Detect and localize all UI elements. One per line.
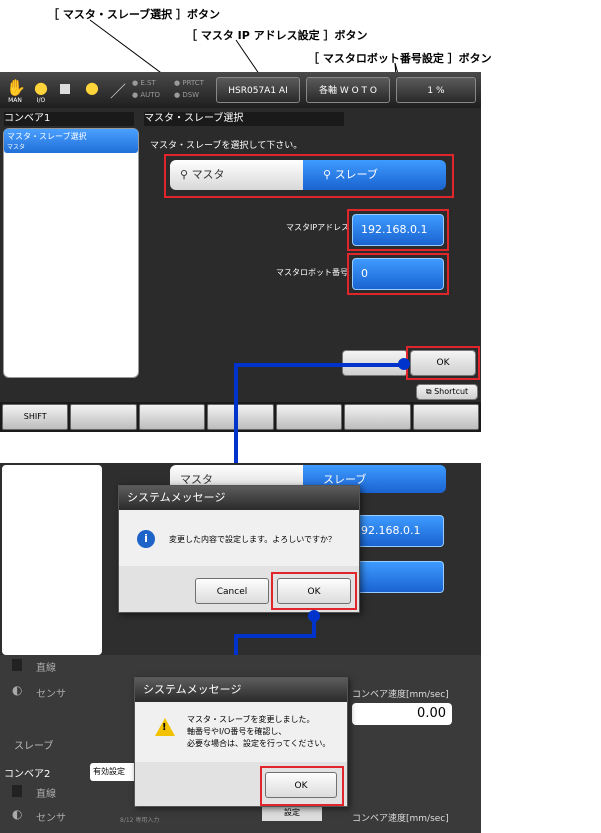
shortcut-icon: ⧉ xyxy=(425,387,435,396)
function-key[interactable] xyxy=(412,404,479,430)
dialog-title: システムメッセージ xyxy=(119,486,359,510)
speed-value-field[interactable]: 0.00 xyxy=(352,703,452,725)
highlight-ok xyxy=(271,572,357,610)
robot-bg xyxy=(352,561,444,593)
io-lamp-icon[interactable]: ● I/O xyxy=(32,78,50,104)
sensor-icon: ◐ xyxy=(12,807,23,821)
function-key[interactable] xyxy=(275,404,343,430)
function-key[interactable] xyxy=(138,404,206,430)
left-panel-title: コンベア1 xyxy=(4,112,134,126)
bg-line-label: 直線 xyxy=(36,663,56,674)
robot-model-button[interactable]: HSR057A1 AI xyxy=(216,77,300,103)
menu-list: マスタ・スレーブ選択 マスタ xyxy=(3,128,139,378)
dialog-message-line: 必要な場合は、設定を行ってください。 xyxy=(187,739,331,748)
highlight-master-ip xyxy=(347,209,449,251)
ip-bg: 92.168.0.1 xyxy=(352,515,444,547)
function-key[interactable] xyxy=(344,404,411,430)
function-key[interactable] xyxy=(207,404,274,430)
line-icon xyxy=(12,785,22,797)
instruction-text: マスタ・スレーブを選択して下さい。 xyxy=(150,141,303,151)
auto-lamp: ● AUTO xyxy=(132,91,161,99)
bg-slave-label: スレーブ xyxy=(14,741,54,752)
dialog-message-line: 軸番号やI/O番号を確認し、 xyxy=(187,727,287,736)
estop-lamp: ● E.ST xyxy=(132,79,156,87)
highlight-ok xyxy=(260,766,344,806)
shortcut-button[interactable]: ⧉ Shortcut xyxy=(416,384,478,400)
highlight-master-robot xyxy=(347,253,449,295)
protect-lamp: ● PRTCT xyxy=(174,79,204,87)
highlight-master-slave xyxy=(164,154,454,198)
sensor-icon: ◐ xyxy=(12,683,23,697)
dialog-title: システムメッセージ xyxy=(135,678,347,702)
bg-setting-button: 設定 xyxy=(262,805,322,821)
dsw-lamp: ● DSW xyxy=(174,91,200,99)
confirm-dialog: システムメッセージ i 変更した内容で設定します。よろしいですか？ Cancel… xyxy=(118,485,360,613)
master-robot-label: マスタロボット番号 xyxy=(276,268,348,277)
hand-icon[interactable]: ✋ MAN xyxy=(6,78,26,104)
teach-pendant-screen: ✋ MAN ● I/O ● ／ ● E.ST ● AUTO ● PRTCT ● DS… xyxy=(0,72,481,432)
cancel-button[interactable]: Cancel xyxy=(195,578,269,604)
function-key-bar: SHIFT xyxy=(0,402,481,432)
bg-small-label: 8/12 専用入力 xyxy=(120,817,160,824)
master-ip-label: マスタIPアドレス xyxy=(286,223,350,232)
left-list-bg xyxy=(2,465,102,655)
bg-sensor-label: センサ xyxy=(36,689,66,700)
dialog-message: 変更した内容で設定します。よろしいですか？ xyxy=(169,535,336,544)
line-icon xyxy=(12,659,22,671)
axis-mode-button[interactable]: 各軸 W O T O xyxy=(306,77,390,103)
dialog-message-line: マスタ・スレーブを変更しました。 xyxy=(187,715,315,724)
bg-speed-label: コンベア速度[mm/sec] xyxy=(352,690,449,700)
list-item-master-slave[interactable]: マスタ・スレーブ選択 マスタ xyxy=(4,129,138,153)
warning-mark: ! xyxy=(162,722,167,733)
bg-sensor2-label: センサ xyxy=(36,813,66,824)
bg-line2-label: 直線 xyxy=(36,789,56,800)
speed-display[interactable]: 1 % xyxy=(396,77,476,103)
info-icon: i xyxy=(137,530,155,548)
stop-icon[interactable] xyxy=(60,84,70,94)
tool-icon[interactable]: ／ xyxy=(110,78,126,102)
flow-line xyxy=(234,363,238,473)
result-dialog: システムメッセージ ! マスタ・スレーブを変更しました。 軸番号やI/O番号を確… xyxy=(134,677,348,807)
highlight-ok xyxy=(406,346,480,380)
bg-speed-label2: コンベア速度[mm/sec] xyxy=(352,814,449,824)
flow-line xyxy=(234,634,316,638)
function-key[interactable] xyxy=(70,404,137,430)
shift-key[interactable]: SHIFT xyxy=(2,404,69,430)
bg-conveyor2-label: コンベア2 xyxy=(4,769,51,780)
flow-line xyxy=(234,363,402,367)
bulb-icon[interactable]: ● xyxy=(83,78,101,100)
top-toolbar: ✋ MAN ● I/O ● ／ ● E.ST ● AUTO ● PRTCT ● DS… xyxy=(0,72,481,108)
page-title: マスタ・スレーブ選択 xyxy=(144,112,344,126)
